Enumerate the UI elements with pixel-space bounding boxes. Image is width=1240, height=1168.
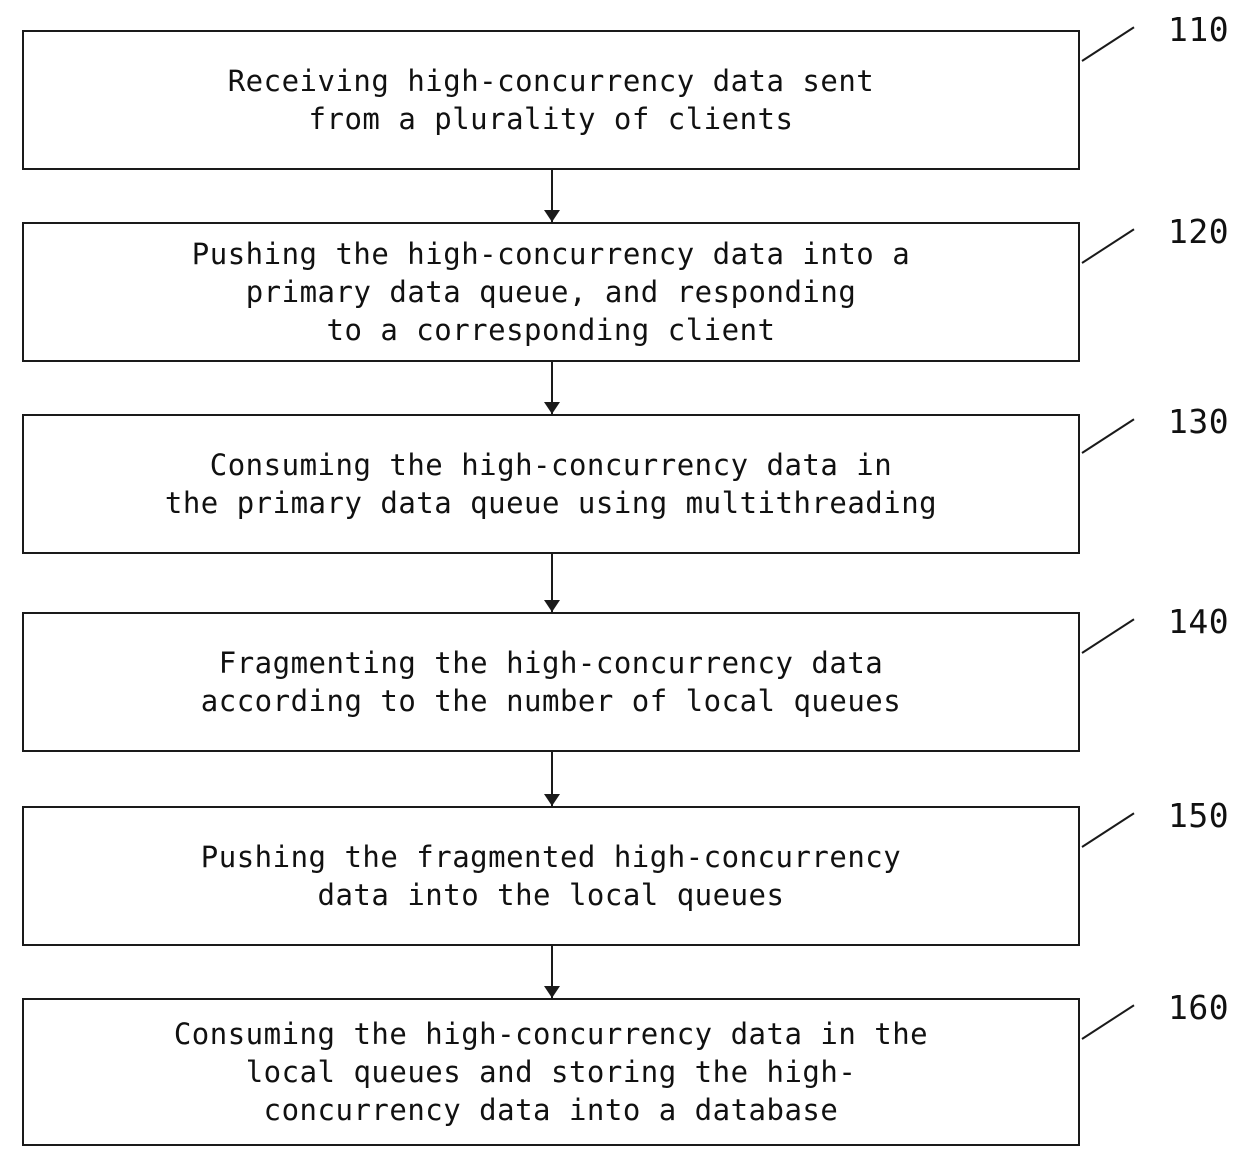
connector-arrow-140-150 — [544, 752, 560, 806]
flow-step-110: Receiving high-concurrency data sent fro… — [22, 30, 1080, 170]
flow-step-120-line-2: primary data queue, and responding — [245, 274, 857, 309]
connector-arrow-130-140 — [544, 554, 560, 612]
reference-number-150: 150 — [1168, 796, 1230, 835]
leader-line-130 — [1081, 418, 1135, 454]
flow-step-110-line-1: Receiving high-concurrency data sent — [227, 63, 875, 98]
flow-step-120-line-3: to a corresponding client — [326, 313, 776, 348]
leader-line-140 — [1081, 618, 1135, 654]
flow-step-130-line-1: Consuming the high-concurrency data in — [209, 447, 893, 482]
flow-step-150-line-2: data into the local queues — [317, 878, 785, 912]
reference-number-160: 160 — [1168, 988, 1230, 1027]
flow-step-120-line-1: Pushing the high-concurrency data into a — [191, 236, 911, 271]
flow-step-140-line-1: Fragmenting the high-concurrency data — [218, 645, 884, 680]
connector-arrow-110-120 — [544, 170, 560, 222]
flow-step-160-line-2: local queues and storing the high- — [245, 1054, 857, 1089]
flow-step-110-line-2: from a plurality of clients — [308, 102, 794, 136]
arrowhead-icon — [544, 794, 560, 806]
flow-step-130-line-2: the primary data queue using multithread… — [164, 486, 938, 520]
reference-number-110: 110 — [1168, 10, 1230, 49]
flow-step-150: Pushing the fragmented high-concurrency … — [22, 806, 1080, 946]
flow-step-150-line-1: Pushing the fragmented high-concurrency — [200, 839, 902, 874]
connector-arrow-150-160 — [544, 946, 560, 998]
arrowhead-icon — [544, 210, 560, 222]
leader-line-150 — [1081, 812, 1135, 848]
reference-number-140: 140 — [1168, 602, 1230, 641]
flow-step-120: Pushing the high-concurrency data into a… — [22, 222, 1080, 362]
flow-step-160-line-3: concurrency data into a database — [263, 1093, 839, 1128]
flow-step-130: Consuming the high-concurrency data in t… — [22, 414, 1080, 554]
leader-line-120 — [1081, 228, 1135, 264]
arrowhead-icon — [544, 600, 560, 612]
leader-line-160 — [1081, 1004, 1135, 1040]
flowchart: Receiving high-concurrency data sent fro… — [0, 0, 1240, 1168]
flow-step-140-line-2: according to the number of local queues — [200, 684, 902, 718]
reference-number-120: 120 — [1168, 212, 1230, 251]
flow-step-140: Fragmenting the high-concurrency data ac… — [22, 612, 1080, 752]
leader-line-110 — [1081, 26, 1135, 62]
reference-number-130: 130 — [1168, 402, 1230, 441]
flow-step-160: Consuming the high-concurrency data in t… — [22, 998, 1080, 1146]
flow-step-160-line-1: Consuming the high-concurrency data in t… — [173, 1016, 929, 1051]
arrowhead-icon — [544, 402, 560, 414]
arrowhead-icon — [544, 986, 560, 998]
connector-arrow-120-130 — [544, 362, 560, 414]
